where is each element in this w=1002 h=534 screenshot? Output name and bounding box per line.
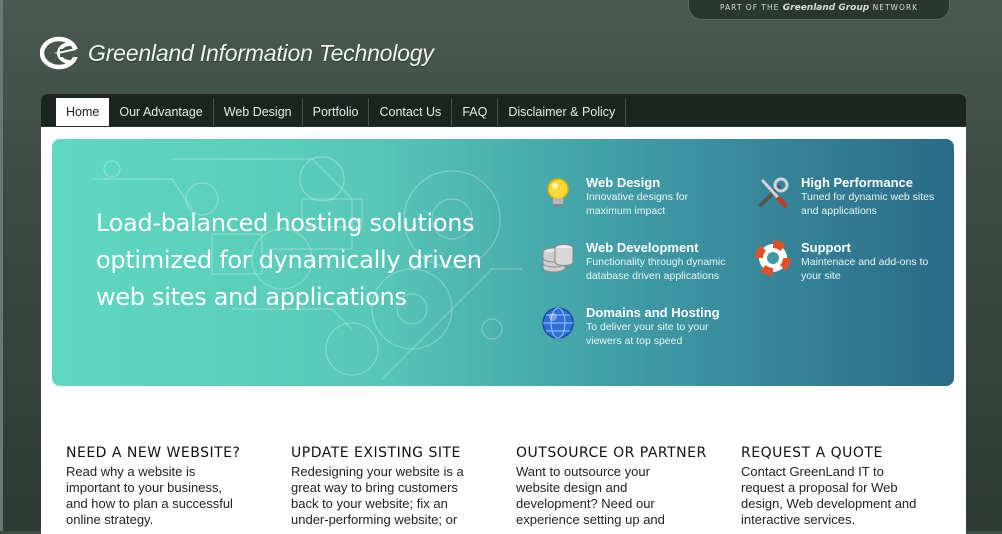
network-banner[interactable]: PART OF THE Greenland Group NETWORK bbox=[688, 0, 950, 20]
column-text-line: design, Web development and bbox=[741, 496, 917, 511]
column-text-line: Want to outsource your bbox=[516, 464, 650, 479]
column-text-line: development? Need our bbox=[516, 496, 655, 511]
feature-web-development[interactable]: Web Development Functionality through dy… bbox=[540, 240, 726, 283]
feature-desc: Maintenace and add-ons to bbox=[801, 256, 929, 268]
column-update-site: UPDATE EXISTING SITE Redesigning your we… bbox=[291, 444, 491, 528]
feature-desc: To deliver your site to your bbox=[586, 321, 709, 333]
column-text: Contact GreenLand IT to request a propos… bbox=[741, 464, 941, 528]
feature-title: Web Development bbox=[586, 240, 699, 255]
column-text-line: Contact GreenLand IT to bbox=[741, 464, 884, 479]
column-text-line: website design and bbox=[516, 480, 628, 495]
hero-line: Load-balanced hosting solutions bbox=[96, 209, 475, 237]
site-logo[interactable]: Greenland Information Technology bbox=[40, 36, 434, 70]
column-text-line: back to your website; fix an bbox=[291, 496, 448, 511]
column-heading[interactable]: REQUEST A QUOTE bbox=[741, 444, 941, 462]
feature-desc: Tuned for dynamic web sites bbox=[801, 191, 935, 203]
feature-desc: your site bbox=[801, 270, 841, 282]
column-text-line: interactive services. bbox=[741, 512, 856, 527]
feature-title: Support bbox=[801, 240, 851, 255]
nav-faq[interactable]: FAQ bbox=[452, 98, 499, 126]
feature-title: High Performance bbox=[801, 175, 913, 190]
feature-title: Domains and Hosting bbox=[586, 305, 720, 320]
hero-line: web sites and applications bbox=[96, 283, 407, 311]
network-suffix: NETWORK bbox=[872, 3, 918, 12]
window-edge bbox=[0, 0, 3, 531]
feature-desc: database driven applications bbox=[586, 270, 720, 282]
network-prefix: PART OF THE bbox=[720, 3, 780, 12]
column-text-line: great way to bring customers bbox=[291, 480, 458, 495]
feature-title: Web Design bbox=[586, 175, 661, 190]
hero-line: optimized for dynamically driven bbox=[96, 246, 482, 274]
content-container: Home Our Advantage Web Design Portfolio … bbox=[41, 94, 966, 534]
logo-icon bbox=[40, 36, 78, 70]
nav-list: Home Our Advantage Web Design Portfolio … bbox=[56, 98, 627, 126]
nav-home[interactable]: Home bbox=[56, 98, 110, 126]
column-text-line: online strategy. bbox=[66, 512, 154, 527]
database-icon bbox=[542, 244, 574, 273]
column-text-line: request a proposal for Web bbox=[741, 480, 898, 495]
nav-contact-us[interactable]: Contact Us bbox=[369, 98, 453, 126]
network-brand: Greenland Group bbox=[782, 3, 870, 13]
lightbulb-icon bbox=[547, 178, 569, 207]
nav-portfolio[interactable]: Portfolio bbox=[303, 98, 370, 126]
feature-domains-hosting[interactable]: Domains and Hosting To deliver your site… bbox=[540, 305, 720, 348]
lifebuoy-icon bbox=[755, 240, 791, 276]
column-text: Read why a website is important to your … bbox=[66, 464, 266, 528]
column-text-line: important to your business, bbox=[66, 480, 223, 495]
column-text-line: under-performing website; or bbox=[291, 512, 458, 527]
hero-banner: Load-balanced hosting solutions optimize… bbox=[52, 139, 954, 386]
nav-web-design[interactable]: Web Design bbox=[214, 98, 303, 126]
feature-desc: and applications bbox=[801, 205, 877, 217]
feature-desc: maximum impact bbox=[586, 205, 666, 217]
site-title: Greenland Information Technology bbox=[88, 39, 434, 66]
column-text: Want to outsource your website design an… bbox=[516, 464, 716, 528]
column-new-website: NEED A NEW WEBSITE? Read why a website i… bbox=[66, 444, 266, 528]
column-text-line: Read why a website is bbox=[66, 464, 196, 479]
column-text-line: and how to plan a successful bbox=[66, 496, 233, 511]
feature-web-design[interactable]: Web Design Innovative designs for maximu… bbox=[540, 175, 688, 218]
feature-support[interactable]: Support Maintenace and add-ons to your s… bbox=[755, 240, 928, 283]
feature-desc: Functionality through dynamic bbox=[586, 256, 726, 268]
feature-desc: viewers at top speed bbox=[586, 335, 683, 347]
column-heading[interactable]: NEED A NEW WEBSITE? bbox=[66, 444, 266, 462]
nav-our-advantage[interactable]: Our Advantage bbox=[109, 98, 214, 126]
feature-high-performance[interactable]: High Performance Tuned for dynamic web s… bbox=[755, 175, 934, 218]
globe-icon bbox=[542, 307, 574, 339]
feature-desc: Innovative designs for bbox=[586, 191, 689, 203]
hero-headline: Load-balanced hosting solutions optimize… bbox=[96, 205, 516, 316]
column-heading[interactable]: UPDATE EXISTING SITE bbox=[291, 444, 491, 462]
column-text-line: Redesigning your website is a bbox=[291, 464, 464, 479]
column-outsource: OUTSOURCE OR PARTNER Want to outsource y… bbox=[516, 444, 716, 528]
column-text-line: experience setting up and bbox=[516, 512, 665, 527]
column-text: Redesigning your website is a great way … bbox=[291, 464, 491, 528]
column-heading[interactable]: OUTSOURCE OR PARTNER bbox=[516, 444, 716, 462]
main-nav: Home Our Advantage Web Design Portfolio … bbox=[41, 94, 966, 127]
nav-disclaimer-policy[interactable]: Disclaimer & Policy bbox=[498, 98, 627, 126]
tools-icon bbox=[759, 177, 789, 208]
column-request-quote: REQUEST A QUOTE Contact GreenLand IT to … bbox=[741, 444, 941, 528]
